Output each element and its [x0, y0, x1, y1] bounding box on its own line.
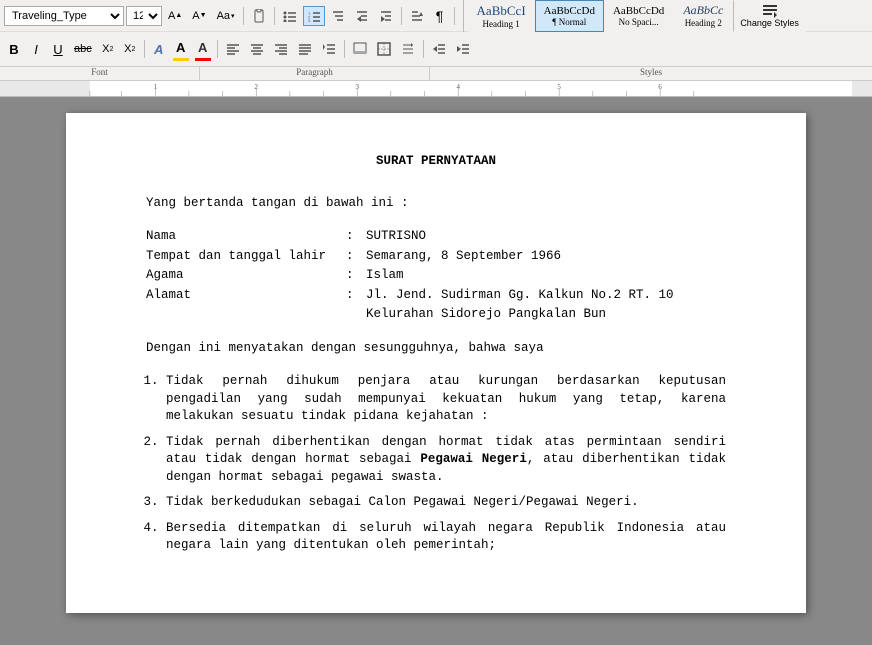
change-case-btn[interactable]: Aa▾ [213, 6, 239, 26]
ruler-inner: 1 2 3 4 5 6 [80, 81, 872, 96]
underline-group: U [48, 39, 68, 59]
list-item-3: Tidak berkedudukan sebagai Calon Pegawai… [166, 494, 726, 512]
borders-btn[interactable] [373, 39, 395, 59]
font-label: Font [0, 67, 200, 80]
svg-text:3: 3 [355, 83, 359, 91]
font-color-group: A [193, 38, 213, 61]
sep6 [344, 40, 345, 58]
multilevel-btn[interactable] [327, 6, 349, 26]
doc-intro: Yang bertanda tangan di bawah ini : [146, 195, 726, 213]
shading-icon [353, 42, 367, 56]
style-nospace[interactable]: AaBbCcDd No Spaci... [604, 0, 673, 32]
toolbar: Traveling_Type 12 A▲ A▼ Aa▾ 1.2.3. [0, 0, 872, 81]
justify-icon [298, 43, 312, 55]
sep4 [144, 40, 145, 58]
change-styles-icon [762, 3, 778, 19]
indent-more-btn[interactable] [452, 39, 474, 59]
field-ttl: Tempat dan tanggal lahir : Semarang, 8 S… [146, 248, 726, 266]
align-left-icon [226, 43, 240, 55]
highlight-color-bar [173, 58, 189, 61]
svg-text:3.: 3. [308, 18, 311, 22]
ruler-svg: 1 2 3 4 5 6 [80, 81, 872, 97]
doc-list: Tidak pernah dihukum penjara atau kurung… [166, 373, 726, 555]
bullets-btn[interactable] [279, 6, 301, 26]
font-grow-btn[interactable]: A▲ [164, 6, 186, 26]
shading-btn[interactable] [349, 39, 371, 59]
align-center-btn[interactable] [246, 39, 268, 59]
field-agama: Agama : Islam [146, 267, 726, 285]
style-normal[interactable]: AaBbCcDd ¶ Normal [535, 0, 604, 32]
justify-btn[interactable] [294, 39, 316, 59]
svg-text:4: 4 [456, 83, 460, 91]
increase-indent-btn[interactable] [375, 6, 397, 26]
align-right-icon [274, 43, 288, 55]
indent-more-icon [456, 43, 470, 55]
list-item-4: Bersedia ditempatkan di seluruh wilayah … [166, 520, 726, 555]
pilcrow-btn[interactable]: ¶ [430, 6, 450, 26]
font-size-select[interactable]: 12 [126, 6, 162, 26]
doc-fields: Nama : SUTRISNO Tempat dan tanggal lahir… [146, 228, 726, 324]
sep2 [274, 7, 275, 25]
list-item-2: Tidak pernah diberhentikan dengan hormat… [166, 434, 726, 487]
align-left-btn[interactable] [222, 39, 244, 59]
font-shrink-btn[interactable]: A▼ [188, 6, 210, 26]
sep5 [217, 40, 218, 58]
ruler-left-margin [40, 81, 80, 96]
styles-area: AaBbCcI Heading 1 AaBbCcDd ¶ Normal AaBb… [463, 0, 806, 32]
text-effects-btn[interactable]: A [149, 39, 169, 59]
italic-btn[interactable]: I [26, 39, 46, 59]
bold-btn[interactable]: B [4, 39, 24, 59]
font-color-bar [195, 58, 211, 61]
align-center-icon [250, 43, 264, 55]
para-spacing-icon [401, 42, 415, 56]
subscript-btn[interactable]: X2 [98, 39, 118, 59]
sep3 [401, 7, 402, 25]
field-nama: Nama : SUTRISNO [146, 228, 726, 246]
toolbar-row2: B I U abc X2 X2 A A A [0, 32, 872, 66]
svg-text:1: 1 [154, 83, 158, 91]
style-heading1[interactable]: AaBbCcI Heading 1 [468, 0, 535, 32]
strikethrough-btn[interactable]: abc [70, 39, 96, 59]
decrease-indent-btn[interactable] [351, 6, 373, 26]
field-alamat: Alamat : Jl. Jend. Sudirman Gg. Kalkun N… [146, 287, 726, 305]
superscript-btn[interactable]: X2 [120, 39, 140, 59]
indent-less-btn[interactable] [428, 39, 450, 59]
doc-area: SURAT PERNYATAAN Yang bertanda tangan di… [0, 97, 872, 645]
line-spacing-btn[interactable] [318, 39, 340, 59]
doc-statement: Dengan ini menyatakan dengan sesungguhny… [146, 340, 726, 358]
change-styles-label: Change Styles [740, 19, 799, 29]
highlight-group: A [171, 38, 191, 61]
font-name-select[interactable]: Traveling_Type [4, 6, 124, 26]
indent-less-icon [432, 43, 446, 55]
sep1 [243, 7, 244, 25]
align-right-btn[interactable] [270, 39, 292, 59]
line-spacing-icon [322, 43, 336, 55]
underline-btn[interactable]: U [48, 39, 68, 59]
svg-text:5: 5 [557, 83, 561, 91]
list-item-1: Tidak pernah dihukum penjara atau kurung… [166, 373, 726, 426]
font-color-btn[interactable]: A [193, 38, 213, 58]
page[interactable]: SURAT PERNYATAAN Yang bertanda tangan di… [66, 113, 806, 613]
change-styles-btn[interactable]: Change Styles [733, 0, 806, 32]
section-labels-row: Font Paragraph Styles [0, 66, 872, 80]
styles-label: Styles [430, 67, 872, 80]
svg-text:2: 2 [254, 83, 258, 91]
field-alamat2: Kelurahan Sidorejo Pangkalan Bun [146, 306, 726, 324]
sep-styles [454, 7, 455, 25]
svg-text:6: 6 [658, 83, 662, 91]
paragraph-label: Paragraph [200, 67, 430, 80]
numbering-btn[interactable]: 1.2.3. [303, 6, 325, 26]
style-heading2[interactable]: AaBbCc Heading 2 [673, 0, 733, 32]
sep7 [423, 40, 424, 58]
clipboard-btn[interactable] [248, 6, 270, 26]
ruler: 1 2 3 4 5 6 [0, 81, 872, 97]
borders-icon [377, 42, 391, 56]
toolbar-row1: Traveling_Type 12 A▲ A▼ Aa▾ 1.2.3. [0, 0, 872, 32]
doc-title: SURAT PERNYATAAN [146, 153, 726, 171]
highlight-btn[interactable]: A [171, 38, 191, 58]
sort-btn[interactable] [406, 6, 428, 26]
para-spacing-btn[interactable] [397, 39, 419, 59]
